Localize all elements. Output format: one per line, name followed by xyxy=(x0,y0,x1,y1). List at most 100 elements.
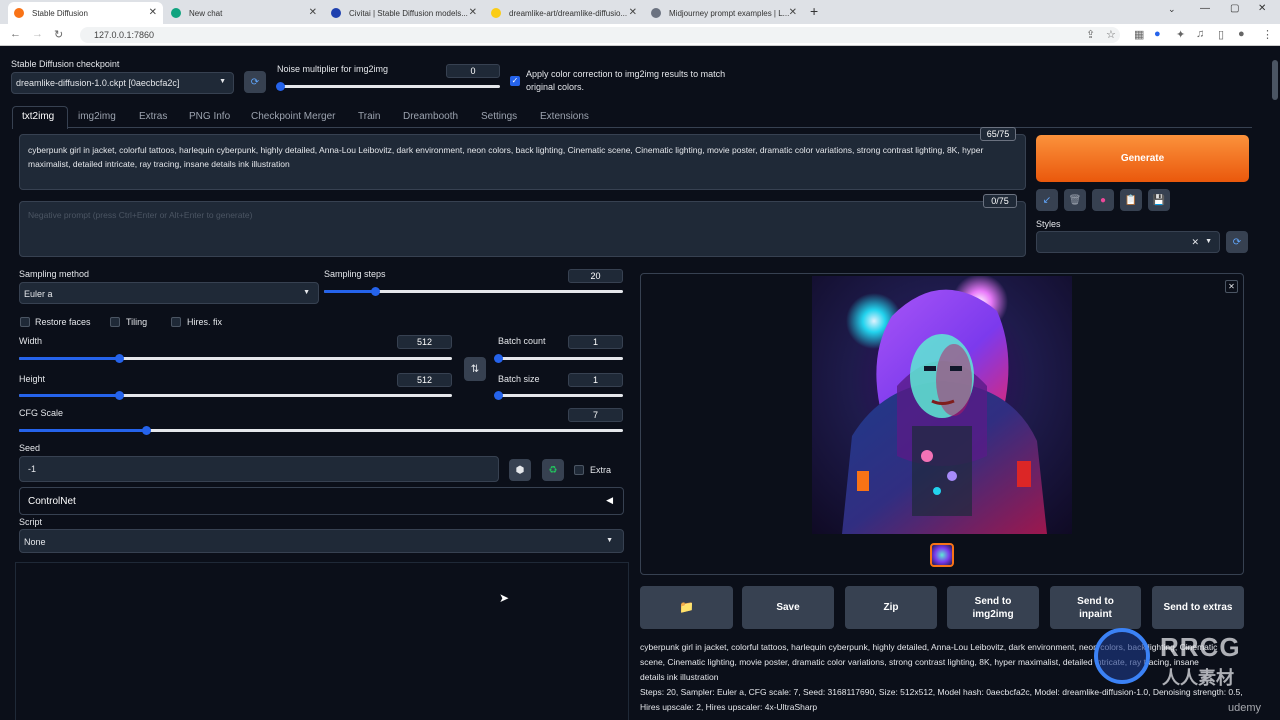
tab-txt2img[interactable]: txt2img xyxy=(22,111,54,122)
batch-count-slider-knob[interactable] xyxy=(494,354,503,363)
close-tab-icon[interactable]: ✕ xyxy=(789,7,797,18)
batch-size-slider-knob[interactable] xyxy=(494,391,503,400)
zip-button[interactable]: Zip xyxy=(845,586,937,629)
puzzle-icon[interactable]: ✦ xyxy=(1176,28,1185,41)
tab-checkpoint-merger[interactable]: Checkpoint Merger xyxy=(251,111,335,122)
styles-select[interactable]: ✕ ▼ xyxy=(1036,231,1220,253)
close-window-icon[interactable]: ✕ xyxy=(1258,3,1266,14)
color-correction-checkbox[interactable]: ✓ xyxy=(510,76,520,86)
generated-image[interactable] xyxy=(812,276,1072,534)
swap-dimensions-button[interactable]: ⇅ xyxy=(464,357,486,381)
random-seed-button[interactable]: ⬢ xyxy=(509,459,531,481)
browser-tab-civitai[interactable]: Civitai | Stable Diffusion models... ✕ xyxy=(325,2,483,24)
back-icon[interactable]: ← xyxy=(10,28,21,40)
batch-count-slider[interactable] xyxy=(494,354,623,363)
forward-icon[interactable]: → xyxy=(32,28,43,40)
sampling-method-select[interactable]: Euler a ▼ xyxy=(19,282,319,304)
send-to-extras-button[interactable]: Send to extras xyxy=(1152,586,1244,629)
url-input[interactable]: 127.0.0.1:7860 xyxy=(80,27,1120,43)
seed-label: Seed xyxy=(19,443,41,453)
minimize-icon[interactable]: — xyxy=(1200,3,1210,14)
extension-icon[interactable]: ▦ xyxy=(1134,28,1144,41)
save-button[interactable]: Save xyxy=(742,586,834,629)
height-slider[interactable] xyxy=(19,391,452,400)
tab-extras[interactable]: Extras xyxy=(139,111,167,122)
browser-menu-icon[interactable]: ⋮ xyxy=(1262,28,1273,41)
controlnet-accordion[interactable]: ControlNet ◀ xyxy=(19,487,624,515)
close-tab-icon[interactable]: ✕ xyxy=(469,7,477,18)
batch-size-slider[interactable] xyxy=(494,391,623,400)
browser-tab-new-chat[interactable]: New chat ✕ xyxy=(165,2,323,24)
browser-tab-huggingface[interactable]: dreamlike-art/dreamlike-diffusio... ✕ xyxy=(485,2,643,24)
browser-tab-midjourney[interactable]: Midjourney prompt examples | L... ✕ xyxy=(645,2,803,24)
script-select[interactable]: None ▼ xyxy=(19,529,624,553)
width-label: Width xyxy=(19,336,43,346)
cfg-scale-slider[interactable] xyxy=(19,426,623,435)
prompt-textarea[interactable]: cyberpunk girl in jacket, colorful tatto… xyxy=(19,134,1026,190)
hires-fix-checkbox[interactable] xyxy=(171,317,181,327)
close-tab-icon[interactable]: ✕ xyxy=(629,7,637,18)
height-input[interactable]: 512 xyxy=(397,373,452,387)
batch-count-input[interactable]: 1 xyxy=(568,335,623,349)
tab-extensions[interactable]: Extensions xyxy=(540,111,589,122)
extension-blue-icon[interactable]: ● xyxy=(1154,28,1161,40)
seed-input[interactable]: -1 xyxy=(19,456,499,482)
width-input[interactable]: 512 xyxy=(397,335,452,349)
media-icon[interactable]: ♫ xyxy=(1196,28,1204,40)
tab-train[interactable]: Train xyxy=(358,111,380,122)
close-gallery-icon[interactable]: ✕ xyxy=(1225,280,1238,293)
width-slider[interactable] xyxy=(19,354,452,363)
refresh-icon: ⟳ xyxy=(250,76,260,88)
show-extra-networks-button[interactable]: ● xyxy=(1092,189,1114,211)
open-folder-button[interactable]: 📁 xyxy=(640,586,733,629)
cfg-slider-knob[interactable] xyxy=(141,426,151,435)
send-to-inpaint-button[interactable]: Send to inpaint xyxy=(1050,586,1141,629)
close-tab-icon[interactable]: ✕ xyxy=(309,7,317,18)
batch-size-input[interactable]: 1 xyxy=(568,373,623,387)
profile-avatar-icon[interactable]: ● xyxy=(1238,28,1245,40)
steps-slider-knob[interactable] xyxy=(370,287,380,296)
sidepanel-icon[interactable]: ▯ xyxy=(1218,28,1224,41)
send-to-img2img-button[interactable]: Send to img2img xyxy=(947,586,1039,629)
sampling-steps-slider[interactable] xyxy=(324,287,623,296)
tab-png-info[interactable]: PNG Info xyxy=(189,111,230,122)
tab-search-icon[interactable]: ⌄ xyxy=(1168,4,1176,15)
share-icon[interactable]: ⇪ xyxy=(1086,28,1095,41)
save-style-button[interactable]: 💾 xyxy=(1148,189,1170,211)
close-tab-icon[interactable]: ✕ xyxy=(149,7,157,18)
sampling-steps-input[interactable]: 20 xyxy=(568,269,623,283)
refresh-checkpoint-button[interactable]: ⟳ xyxy=(244,71,266,93)
new-tab-icon[interactable]: + xyxy=(810,3,818,19)
negative-prompt-textarea[interactable]: Negative prompt (press Ctrl+Enter or Alt… xyxy=(19,201,1026,257)
browser-tab-stable-diffusion[interactable]: Stable Diffusion ✕ xyxy=(8,2,163,24)
refresh-styles-button[interactable]: ⟳ xyxy=(1226,231,1248,253)
width-slider-knob[interactable] xyxy=(114,354,124,363)
noise-slider-knob[interactable] xyxy=(276,82,285,91)
clear-styles-icon[interactable]: ✕ xyxy=(1191,237,1199,248)
clear-prompt-button[interactable]: 🗑 xyxy=(1064,189,1086,211)
reuse-seed-button[interactable]: ♻ xyxy=(542,459,564,481)
negative-prompt-placeholder: Negative prompt (press Ctrl+Enter or Alt… xyxy=(28,210,253,220)
tab-dreambooth[interactable]: Dreambooth xyxy=(403,111,458,122)
checkpoint-select[interactable]: dreamlike-diffusion-1.0.ckpt [0aecbcfa2c… xyxy=(11,72,234,94)
noise-multiplier-slider[interactable] xyxy=(276,82,500,91)
page-scrollbar[interactable] xyxy=(1272,60,1278,100)
reload-icon[interactable]: ↻ xyxy=(54,28,63,41)
tiling-checkbox[interactable] xyxy=(110,317,120,327)
restore-faces-checkbox[interactable] xyxy=(20,317,30,327)
tab-img2img[interactable]: img2img xyxy=(78,111,116,122)
extra-checkbox[interactable] xyxy=(574,465,584,475)
bookmark-star-icon[interactable]: ☆ xyxy=(1106,28,1116,41)
height-slider-knob[interactable] xyxy=(114,391,124,400)
cfg-scale-input[interactable]: 7 xyxy=(568,408,623,422)
maximize-icon[interactable]: ▢ xyxy=(1230,3,1239,14)
cyberpunk-girl-illustration xyxy=(842,276,1047,534)
noise-multiplier-input[interactable]: 0 xyxy=(446,64,500,78)
read-params-button[interactable]: ↙ xyxy=(1036,189,1058,211)
tab-settings[interactable]: Settings xyxy=(481,111,517,122)
tab-title: Stable Diffusion xyxy=(32,8,88,18)
gallery-thumbnail[interactable] xyxy=(930,543,954,567)
generate-button[interactable]: Generate xyxy=(1036,135,1249,182)
apply-style-button[interactable]: 📋 xyxy=(1120,189,1142,211)
extra-label: Extra xyxy=(590,465,612,475)
